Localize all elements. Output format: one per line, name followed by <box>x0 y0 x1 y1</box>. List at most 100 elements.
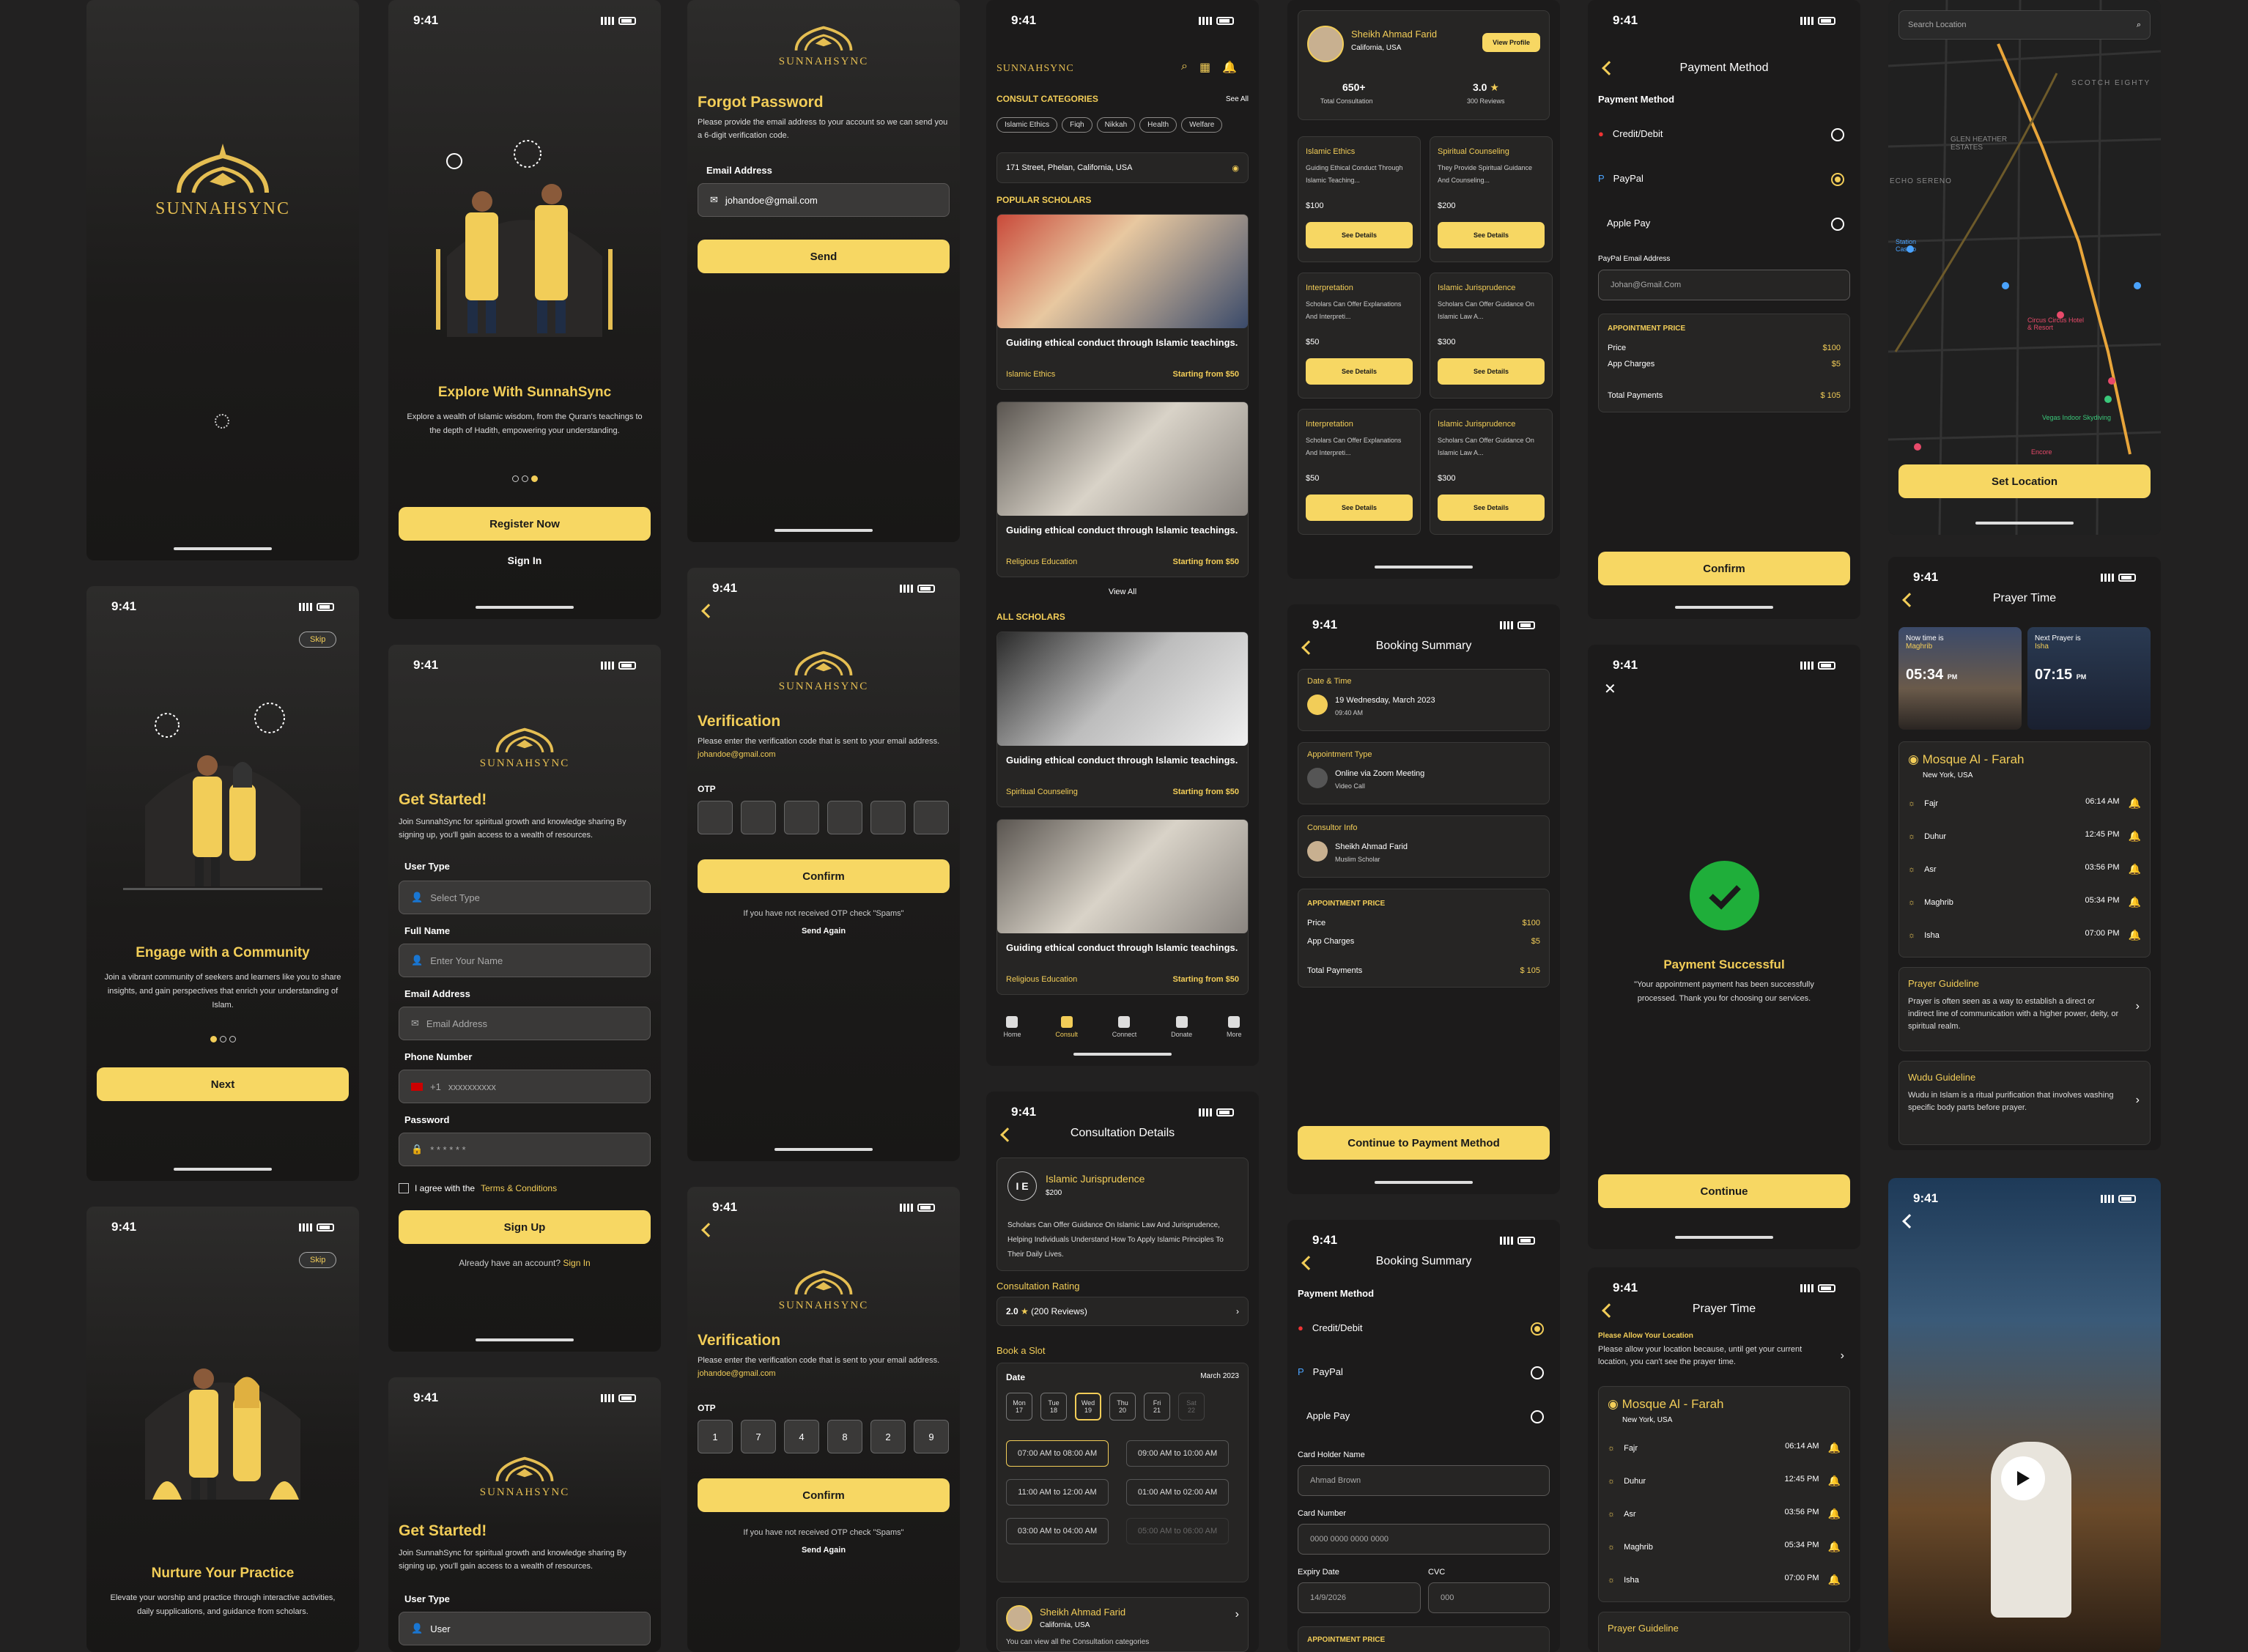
otp-inputs[interactable]: 000000 <box>698 801 957 834</box>
chip-nikkah[interactable]: Nikkah <box>1096 117 1136 133</box>
tab-consult[interactable]: Consult <box>1055 1016 1078 1038</box>
otp-box[interactable]: 0 <box>784 801 819 834</box>
chip-islamic-ethics[interactable]: Islamic Ethics <box>997 117 1058 133</box>
search-location-field[interactable]: Search Location ⌕ <box>1898 10 2151 40</box>
otp-box[interactable]: 0 <box>827 801 862 834</box>
otp-box[interactable]: 0 <box>914 801 949 834</box>
option-apple-pay[interactable]: Apple Pay <box>1298 1410 1350 1421</box>
search-icon[interactable]: ⌕ <box>1181 60 1188 75</box>
see-details-button[interactable]: See Details <box>1438 495 1545 521</box>
time-slot[interactable]: 09:00 AM to 10:00 AM <box>1126 1440 1229 1467</box>
day-option[interactable]: Thu 20 <box>1109 1393 1136 1421</box>
chip-fiqh[interactable]: Fiqh <box>1062 117 1092 133</box>
chip-welfare[interactable]: Welfare <box>1181 117 1223 133</box>
otp-box[interactable]: 4 <box>784 1420 819 1453</box>
bell-icon[interactable]: 🔔 <box>2129 929 2141 941</box>
otp-box[interactable]: 9 <box>914 1420 949 1453</box>
set-location-button[interactable]: Set Location <box>1898 464 2151 498</box>
radio-apple-pay[interactable] <box>1831 218 1844 231</box>
option-credit-debit[interactable]: ● Credit/Debit <box>1598 128 1663 139</box>
expiry-field[interactable]: 14/9/2026 <box>1298 1582 1421 1613</box>
confirm-button[interactable]: Confirm <box>1598 552 1850 585</box>
radio-apple-pay[interactable] <box>1531 1410 1544 1423</box>
bell-icon[interactable]: 🔔 <box>1828 1442 1841 1454</box>
terms-link[interactable]: Terms & Conditions <box>481 1183 557 1193</box>
see-details-button[interactable]: See Details <box>1438 222 1545 248</box>
service-card[interactable]: Spiritual Counseling They Provide Spiritu… <box>1430 136 1553 262</box>
otp-inputs[interactable]: 174829 <box>698 1420 957 1453</box>
otp-box[interactable]: 8 <box>827 1420 862 1453</box>
continue-button[interactable]: Continue <box>1598 1174 1850 1208</box>
send-again-link[interactable]: Send Again <box>687 1546 960 1555</box>
time-slot[interactable]: 11:00 AM to 12:00 AM <box>1006 1479 1109 1505</box>
otp-box[interactable]: 1 <box>698 1420 733 1453</box>
time-slot[interactable]: 01:00 AM to 02:00 AM <box>1126 1479 1229 1505</box>
phone-field[interactable]: +1 xxxxxxxxxx <box>399 1070 651 1103</box>
see-details-button[interactable]: See Details <box>1306 222 1413 248</box>
otp-box[interactable]: 2 <box>870 1420 906 1453</box>
sign-in-link[interactable]: Sign In <box>563 1258 590 1268</box>
view-all-link[interactable]: View All <box>986 588 1259 596</box>
bell-icon[interactable]: 🔔 <box>1828 1508 1841 1520</box>
bell-icon[interactable]: 🔔 <box>2129 863 2141 875</box>
cvc-field[interactable]: 000 <box>1428 1582 1550 1613</box>
rating-row[interactable]: 2.0 ★ (200 Reviews) › <box>997 1297 1249 1326</box>
full-name-field[interactable]: 👤 Enter Your Name <box>399 944 651 977</box>
close-icon[interactable]: ✕ <box>1604 680 1616 698</box>
radio-paypal[interactable] <box>1531 1366 1544 1379</box>
password-field[interactable]: 🔒 * * * * * * <box>399 1133 651 1166</box>
register-button[interactable]: Register Now <box>399 507 651 541</box>
skip-button[interactable]: Skip <box>299 631 337 648</box>
option-paypal[interactable]: P PayPal <box>1598 173 1644 184</box>
option-credit-debit[interactable]: ● Credit/Debit <box>1298 1322 1363 1333</box>
otp-box[interactable]: 0 <box>741 801 776 834</box>
confirm-button[interactable]: Confirm <box>698 1478 950 1512</box>
see-details-button[interactable]: See Details <box>1306 358 1413 385</box>
bell-icon[interactable]: 🔔 <box>1222 60 1237 75</box>
bell-icon[interactable]: 🔔 <box>1828 1475 1841 1487</box>
prayer-guideline-card[interactable]: Prayer Guideline <box>1598 1612 1850 1652</box>
service-card[interactable]: Interpretation Scholars Can Offer Explana… <box>1298 273 1421 399</box>
terms-checkbox[interactable]: I agree with the Terms & Conditions <box>399 1183 557 1193</box>
see-details-button[interactable]: See Details <box>1438 358 1545 385</box>
next-button[interactable]: Next <box>97 1067 349 1101</box>
option-paypal[interactable]: P PayPal <box>1298 1366 1343 1377</box>
option-apple-pay[interactable]: Apple Pay <box>1598 218 1650 229</box>
wudu-guideline-card[interactable]: Wudu Guideline Wudu in Islam is a ritual… <box>1898 1061 2151 1145</box>
service-card[interactable]: Islamic Jurisprudence Scholars Can Offer … <box>1430 273 1553 399</box>
continue-to-payment-button[interactable]: Continue to Payment Method <box>1298 1126 1550 1160</box>
day-option[interactable]: Fri 21 <box>1144 1393 1170 1421</box>
otp-box[interactable]: 7 <box>741 1420 776 1453</box>
bell-icon[interactable]: 🔔 <box>2129 830 2141 842</box>
radio-paypal[interactable] <box>1831 173 1844 186</box>
tab-home[interactable]: Home <box>1003 1016 1021 1038</box>
radio-credit-debit[interactable] <box>1531 1322 1544 1336</box>
prayer-guideline-card[interactable]: Prayer Guideline Prayer is often seen as… <box>1898 967 2151 1051</box>
tab-more[interactable]: More <box>1227 1016 1242 1038</box>
calendar-icon[interactable]: ▦ <box>1199 60 1210 75</box>
radio-credit-debit[interactable] <box>1831 128 1844 141</box>
address-bar[interactable]: 171 Street, Phelan, California, USA ◉ <box>997 152 1249 183</box>
day-option[interactable]: Mon 17 <box>1006 1393 1032 1421</box>
paypal-email-field[interactable]: Johan@Gmail.Com <box>1598 270 1850 300</box>
skip-button[interactable]: Skip <box>299 1252 337 1268</box>
bell-icon[interactable]: 🔔 <box>1828 1574 1841 1586</box>
bell-icon[interactable]: 🔔 <box>2129 896 2141 908</box>
user-type-select[interactable]: 👤 User <box>399 1612 651 1645</box>
day-option-selected[interactable]: Wed 19 <box>1075 1393 1101 1421</box>
chip-health[interactable]: Health <box>1139 117 1177 133</box>
scholar-card[interactable]: Guiding ethical conduct through Islamic … <box>997 401 1249 577</box>
play-icon[interactable] <box>2001 1456 2045 1500</box>
scholar-card[interactable]: Guiding ethical conduct through Islamic … <box>997 819 1249 995</box>
tab-donate[interactable]: Donate <box>1171 1016 1192 1038</box>
time-slot[interactable]: 03:00 AM to 04:00 AM <box>1006 1518 1109 1544</box>
email-field[interactable]: ✉ johandoe@gmail.com <box>698 183 950 217</box>
user-type-select[interactable]: 👤 Select Type <box>399 881 651 914</box>
service-card[interactable]: Islamic Jurisprudence Scholars Can Offer … <box>1430 409 1553 535</box>
bell-icon[interactable]: 🔔 <box>2129 797 2141 810</box>
otp-box[interactable]: 0 <box>698 801 733 834</box>
scholar-info-row[interactable]: Sheikh Ahmad Farid California, USA › You… <box>997 1597 1249 1652</box>
tab-connect[interactable]: Connect <box>1112 1016 1136 1038</box>
view-profile-button[interactable]: View Profile <box>1482 33 1540 52</box>
see-all-link[interactable]: See All <box>1226 95 1249 103</box>
